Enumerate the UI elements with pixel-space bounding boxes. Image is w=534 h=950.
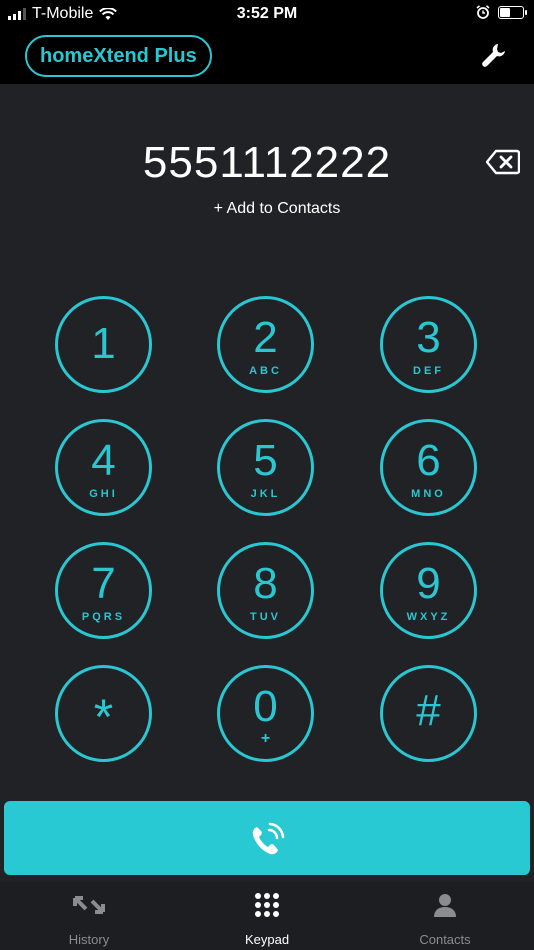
- key-2[interactable]: 2 ABC: [217, 296, 314, 393]
- key-hash[interactable]: #: [380, 665, 477, 762]
- tab-history[interactable]: History: [19, 892, 159, 947]
- keypad-icon: [255, 893, 279, 917]
- tab-label: History: [68, 932, 110, 947]
- tab-label: Keypad: [244, 932, 290, 947]
- key-9[interactable]: 9 WXYZ: [380, 542, 477, 639]
- key-digit: *: [93, 689, 114, 745]
- key-letters: GHI: [89, 488, 118, 500]
- key-5[interactable]: 5 JKL: [217, 419, 314, 516]
- tab-contacts[interactable]: Contacts: [375, 892, 515, 947]
- app-name-badge: homeXtend Plus: [25, 35, 212, 77]
- history-icon: [73, 896, 105, 914]
- dialed-number: 5551112222: [142, 138, 392, 187]
- key-digit: 8: [253, 559, 278, 608]
- wrench-icon[interactable]: [480, 41, 508, 69]
- key-digit: 6: [416, 436, 441, 485]
- key-7[interactable]: 7 PQRS: [55, 542, 152, 639]
- key-digit: #: [416, 686, 441, 735]
- key-1[interactable]: 1: [55, 296, 152, 393]
- key-digit: 5: [253, 436, 278, 485]
- key-8[interactable]: 8 TUV: [217, 542, 314, 639]
- key-letters: MNO: [411, 488, 446, 500]
- status-time: 3:52 PM: [236, 5, 298, 22]
- contacts-icon: [434, 894, 456, 917]
- key-6[interactable]: 6 MNO: [380, 419, 477, 516]
- add-to-contacts-link[interactable]: + Add to Contacts: [0, 200, 534, 218]
- call-button[interactable]: [4, 801, 530, 875]
- tab-bar: History Keypad Contacts: [0, 882, 534, 950]
- key-3[interactable]: 3 DEF: [380, 296, 477, 393]
- key-letters: PQRS: [81, 611, 126, 623]
- key-letters: DEF: [413, 365, 444, 377]
- key-star[interactable]: *: [55, 665, 152, 762]
- key-letters: TUV: [250, 611, 281, 623]
- key-digit: 3: [416, 313, 441, 362]
- key-digit: 7: [91, 559, 116, 608]
- key-digit: 4: [91, 436, 116, 485]
- key-letters: ABC: [249, 365, 282, 377]
- battery-icon: [498, 5, 527, 19]
- key-digit: 0: [253, 682, 278, 731]
- alarm-icon: [476, 5, 490, 19]
- key-letters: WXYZ: [406, 611, 451, 623]
- status-right: [476, 5, 527, 19]
- key-0[interactable]: 0 +: [217, 665, 314, 762]
- status-bar: T-Mobile 3:52 PM: [0, 0, 534, 30]
- tab-label: Contacts: [419, 932, 471, 947]
- key-letters: JKL: [250, 488, 281, 500]
- app-header: homeXtend Plus: [0, 30, 534, 84]
- key-digit: 9: [416, 559, 441, 608]
- backspace-icon[interactable]: [486, 149, 520, 175]
- phone-call-icon: [252, 822, 285, 855]
- key-digit: 2: [253, 313, 278, 362]
- key-4[interactable]: 4 GHI: [55, 419, 152, 516]
- key-digit: 1: [91, 319, 116, 368]
- tab-keypad[interactable]: Keypad: [197, 892, 337, 947]
- key-letters: +: [260, 730, 271, 747]
